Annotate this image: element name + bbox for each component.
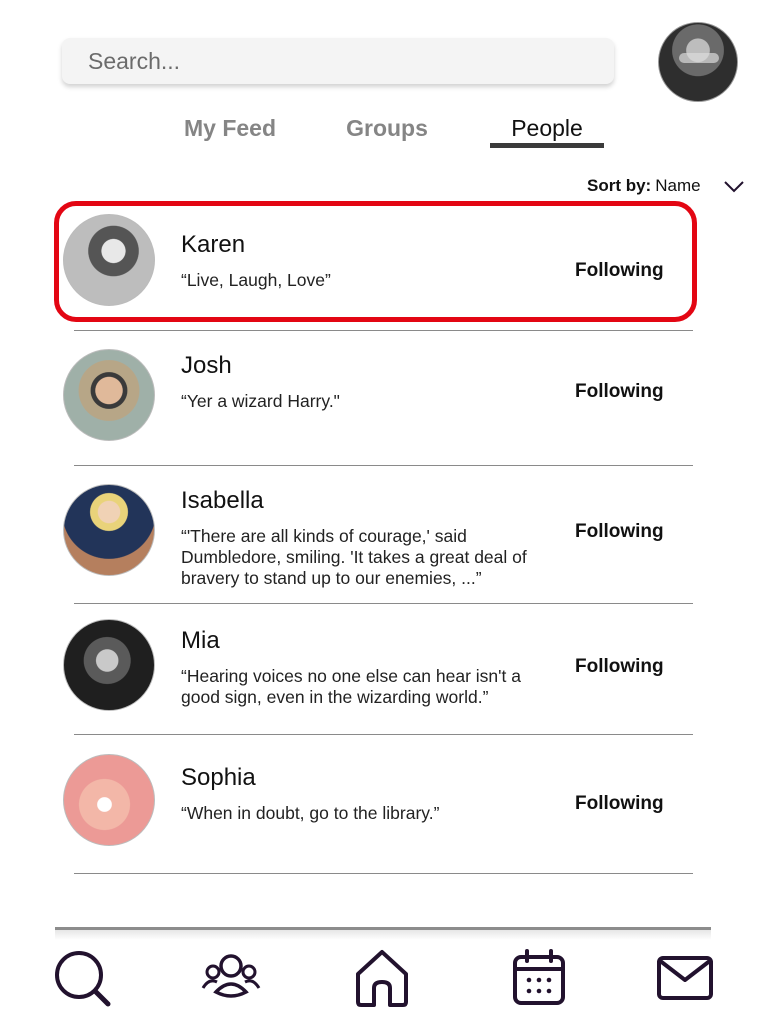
avatar bbox=[63, 349, 155, 441]
tab-bar: My Feed Groups People bbox=[0, 108, 768, 150]
bottom-nav-shadow bbox=[55, 930, 711, 940]
avatar bbox=[63, 484, 155, 576]
search-icon[interactable] bbox=[52, 948, 112, 1008]
tab-people[interactable]: People bbox=[490, 108, 604, 148]
person-quote: “When in doubt, go to the library.” bbox=[181, 803, 440, 823]
sort-value: Name bbox=[655, 176, 701, 195]
home-icon[interactable] bbox=[352, 948, 412, 1008]
highlight-box bbox=[54, 201, 697, 322]
sort-label: Sort by: bbox=[587, 176, 652, 195]
person-name: Mia bbox=[181, 627, 220, 654]
divider bbox=[74, 465, 693, 466]
search-bar[interactable] bbox=[62, 38, 614, 84]
avatar bbox=[63, 754, 155, 846]
mail-icon[interactable] bbox=[655, 948, 715, 1008]
search-input[interactable] bbox=[88, 47, 614, 75]
divider bbox=[74, 330, 693, 331]
tab-groups[interactable]: Groups bbox=[338, 108, 436, 148]
following-button[interactable]: Following bbox=[575, 381, 664, 403]
divider bbox=[74, 603, 693, 604]
profile-avatar[interactable] bbox=[658, 22, 738, 102]
person-name: Isabella bbox=[181, 487, 264, 514]
active-tab-indicator bbox=[490, 143, 604, 148]
sort-control[interactable]: Sort by: Name bbox=[587, 176, 745, 196]
groups-icon[interactable] bbox=[201, 948, 261, 1008]
person-name: Josh bbox=[181, 352, 232, 379]
following-button[interactable]: Following bbox=[575, 521, 664, 543]
tab-my-feed[interactable]: My Feed bbox=[180, 108, 280, 148]
divider bbox=[74, 734, 693, 735]
following-button[interactable]: Following bbox=[575, 656, 664, 678]
chevron-down-icon[interactable] bbox=[723, 176, 745, 196]
person-quote: “Yer a wizard Harry." bbox=[181, 391, 340, 411]
person-quote: “Hearing voices no one else can hear isn… bbox=[181, 666, 521, 707]
divider bbox=[74, 873, 693, 874]
person-name: Sophia bbox=[181, 764, 256, 791]
person-quote: “'There are all kinds of courage,' said … bbox=[181, 526, 527, 588]
calendar-icon[interactable] bbox=[509, 948, 569, 1008]
following-button[interactable]: Following bbox=[575, 793, 664, 815]
avatar bbox=[63, 619, 155, 711]
